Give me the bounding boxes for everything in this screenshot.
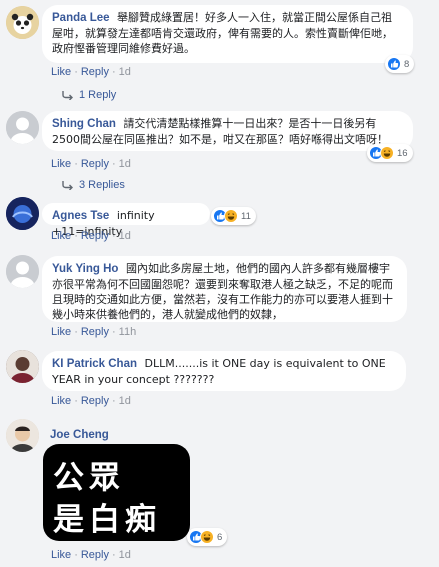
comment-actions: Like · Reply · 1d <box>51 158 131 170</box>
panda-avatar-icon <box>6 6 39 39</box>
author-name[interactable]: Agnes Tse <box>52 210 109 222</box>
reply-arrow-icon <box>62 91 73 100</box>
user-photo-icon <box>6 350 39 383</box>
author-name[interactable]: Yuk Ying Ho <box>52 263 118 275</box>
reply-link[interactable]: Reply <box>81 549 109 561</box>
timestamp[interactable]: 1d <box>119 66 131 78</box>
separator: · <box>74 395 78 407</box>
like-link[interactable]: Like <box>51 230 71 242</box>
like-link[interactable]: Like <box>51 158 71 170</box>
avatar[interactable] <box>6 419 39 452</box>
reply-link[interactable]: Reply <box>81 395 109 407</box>
timestamp[interactable]: 11h <box>119 326 137 338</box>
haha-reaction-icon <box>380 146 394 160</box>
default-user-icon <box>6 111 39 144</box>
avatar[interactable] <box>6 197 39 230</box>
image-text-line: 公眾 <box>53 460 125 496</box>
image-text-line: 是白痴 <box>53 502 161 538</box>
separator: · <box>74 158 78 170</box>
replies-count[interactable]: 3 Replies <box>79 179 125 191</box>
separator: · <box>74 66 78 78</box>
like-link[interactable]: Like <box>51 395 71 407</box>
reaction-count: 16 <box>397 147 408 159</box>
separator: · <box>111 395 116 407</box>
view-replies-link[interactable]: 3 Replies <box>62 179 125 191</box>
reply-link[interactable]: Reply <box>81 158 109 170</box>
reaction-summary[interactable]: 8 <box>385 55 415 73</box>
reaction-summary[interactable]: 11 <box>211 207 256 225</box>
avatar[interactable] <box>6 255 39 288</box>
separator: · <box>74 549 78 561</box>
comment-actions: Like · Reply · 1d <box>51 66 131 78</box>
reaction-summary[interactable]: 6 <box>187 528 228 546</box>
author-name[interactable]: Joe Cheng <box>50 429 109 441</box>
comment-bubble: Panda Lee 舉腳贊成綠置居！好多人一入住，就當正間公屋係自己祖屋咁，就算… <box>42 5 413 63</box>
author-name[interactable]: Shing Chan <box>52 118 116 130</box>
reaction-summary[interactable]: 16 <box>367 144 413 162</box>
comment-bubble: Shing Chan 請交代清楚點樣推算十一日出來？是否十一日後另有2500間公… <box>42 111 413 151</box>
view-replies-link[interactable]: 1 Reply <box>62 89 116 101</box>
reply-arrow-icon <box>62 181 73 190</box>
default-user-icon <box>6 255 39 288</box>
comment-image[interactable]: 公眾 是白痴 <box>43 444 190 541</box>
avatar[interactable] <box>6 6 39 39</box>
haha-reaction-icon <box>224 209 238 223</box>
comment-actions: Like · Reply · 1d <box>51 230 131 242</box>
separator: · <box>74 326 78 338</box>
reaction-count: 8 <box>404 58 410 70</box>
haha-reaction-icon <box>200 530 214 544</box>
separator: · <box>74 230 78 242</box>
separator: · <box>111 158 116 170</box>
comment-bubble: Joe Cheng <box>42 422 124 444</box>
reply-link[interactable]: Reply <box>81 66 109 78</box>
separator: · <box>111 230 116 242</box>
separator: · <box>111 549 116 561</box>
author-name[interactable]: KI Patrick Chan <box>52 358 137 370</box>
reaction-count: 6 <box>217 531 223 543</box>
user-photo-icon <box>6 419 39 452</box>
reply-link[interactable]: Reply <box>81 326 109 338</box>
timestamp[interactable]: 1d <box>119 158 131 170</box>
reaction-count: 11 <box>241 210 251 222</box>
comment-bubble: Yuk Ying Ho 國內如此多房屋土地，他們的國內人許多都有幾層樓宇亦很平常… <box>42 256 407 322</box>
separator: · <box>111 66 116 78</box>
reply-link[interactable]: Reply <box>81 230 109 242</box>
like-link[interactable]: Like <box>51 326 71 338</box>
timestamp[interactable]: 1d <box>119 549 131 561</box>
avatar[interactable] <box>6 111 39 144</box>
author-name[interactable]: Panda Lee <box>52 12 110 24</box>
comment-bubble: KI Patrick Chan DLLM.......is it ONE day… <box>42 351 406 391</box>
replies-count[interactable]: 1 Reply <box>79 89 116 101</box>
like-link[interactable]: Like <box>51 549 71 561</box>
comment-actions: Like · Reply · 1d <box>51 549 131 561</box>
timestamp[interactable]: 1d <box>119 230 131 242</box>
like-reaction-icon <box>387 57 401 71</box>
like-link[interactable]: Like <box>51 66 71 78</box>
separator: · <box>111 326 116 338</box>
comment-actions: Like · Reply · 11h <box>51 326 136 338</box>
blue-avatar-icon <box>6 197 39 230</box>
timestamp[interactable]: 1d <box>119 395 131 407</box>
avatar[interactable] <box>6 350 39 383</box>
comment-actions: Like · Reply · 1d <box>51 395 131 407</box>
comment-bubble: Agnes Tse infinity +11=infinity <box>42 203 210 238</box>
